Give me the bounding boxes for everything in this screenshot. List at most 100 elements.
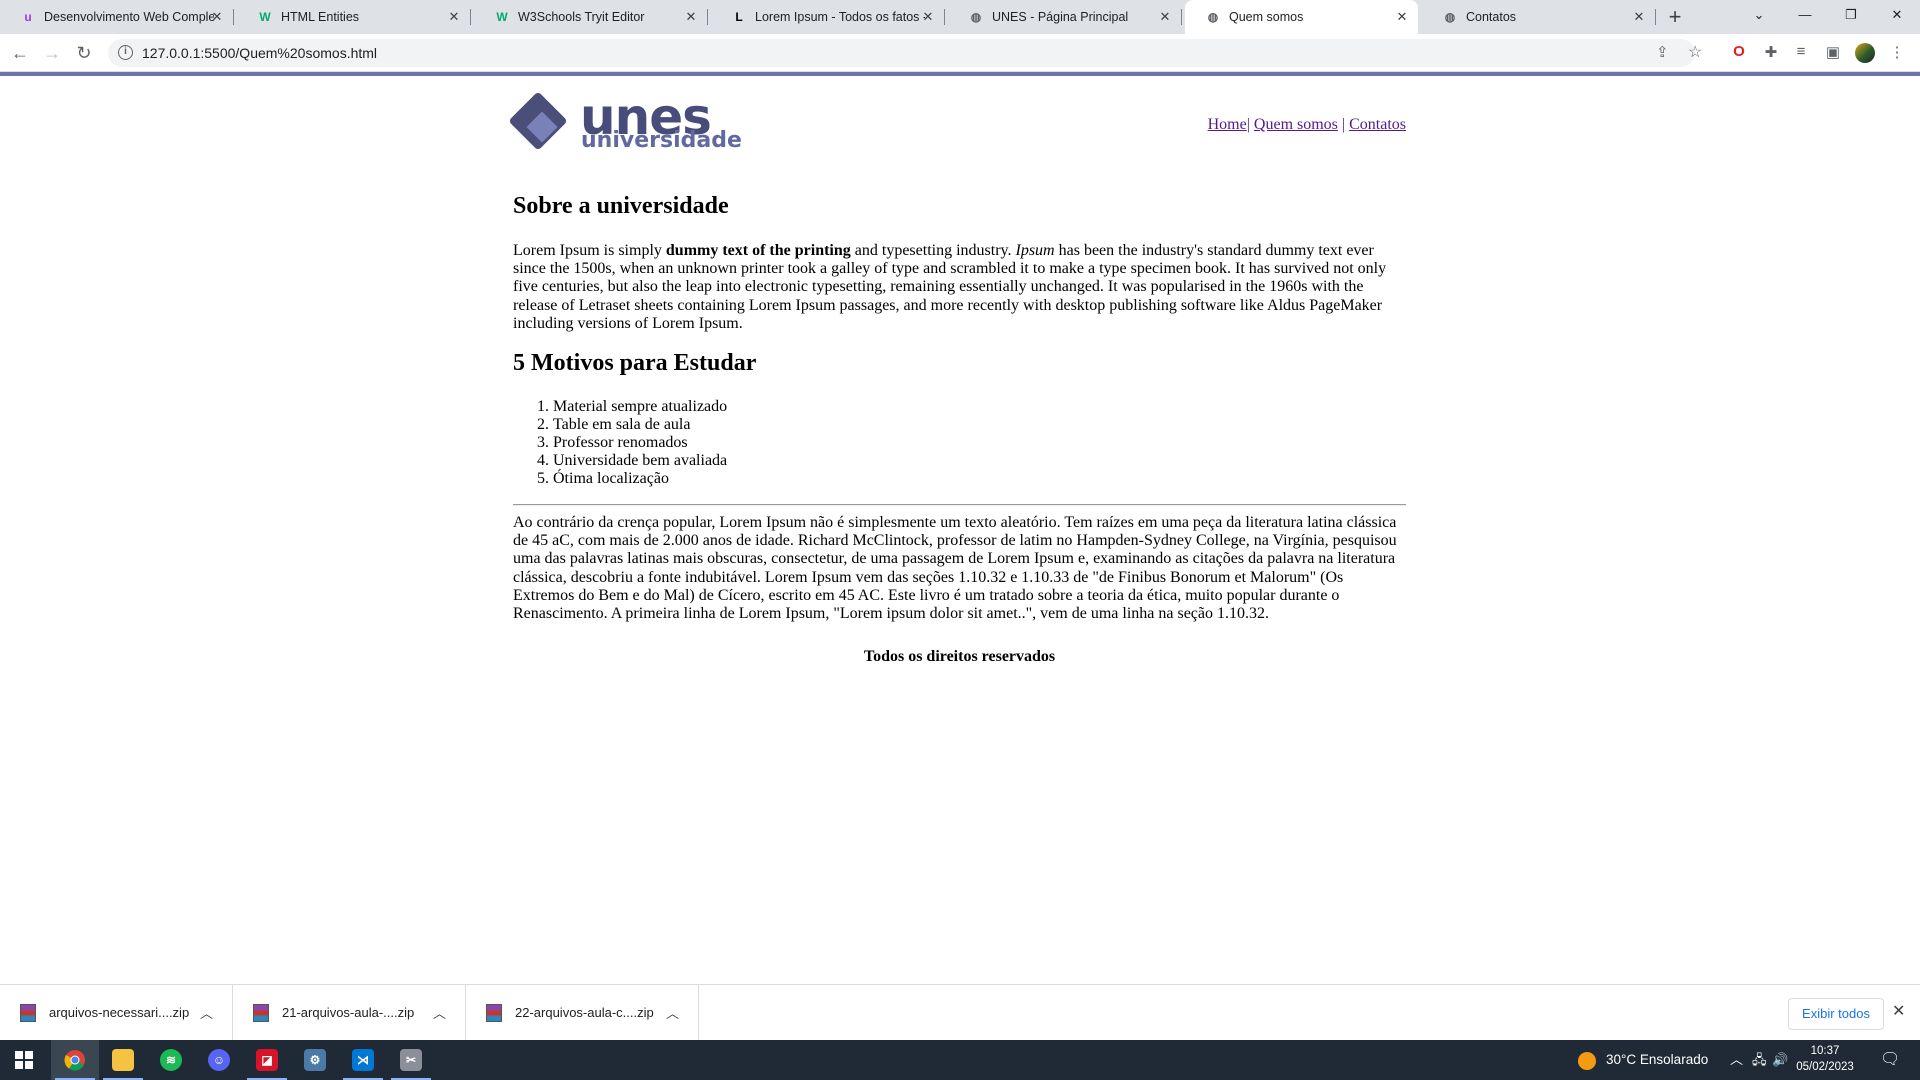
download-item[interactable]: 21-arquivos-aula-....zip ︿ bbox=[233, 985, 466, 1041]
menu-contatos-link[interactable]: Contatos bbox=[1349, 116, 1406, 133]
weather-icon[interactable] bbox=[1578, 1040, 1596, 1080]
unes-logo[interactable]: unes universidade bbox=[508, 88, 742, 156]
tab-separator bbox=[944, 9, 945, 25]
tab-title: UNES - Página Principal bbox=[992, 10, 1129, 24]
back-arrow-icon[interactable]: ← bbox=[8, 41, 32, 65]
tab-separator bbox=[1181, 9, 1182, 25]
winrar-archive-icon bbox=[486, 1004, 502, 1022]
download-filename[interactable]: arquivos-necessari....zip bbox=[49, 1005, 189, 1020]
notification-icon[interactable]: 🗨 bbox=[1880, 1040, 1900, 1080]
horizontal-rule bbox=[513, 504, 1406, 506]
globe-icon: ◍ bbox=[1444, 10, 1456, 24]
share-icon[interactable]: ⇪ bbox=[1656, 43, 1669, 61]
weather-text[interactable]: 30°C Ensolarado bbox=[1606, 1040, 1708, 1080]
close-window-button[interactable]: ✕ bbox=[1874, 0, 1920, 30]
windows-start-icon[interactable] bbox=[0, 1040, 48, 1080]
tab-separator bbox=[1655, 9, 1656, 25]
extensions-puzzle-icon[interactable]: ✚ bbox=[1760, 43, 1782, 63]
w3schools-icon: W bbox=[259, 10, 271, 24]
clock-date: 05/02/2023 bbox=[1796, 1061, 1854, 1073]
vscode-icon[interactable]: ⋊ bbox=[339, 1040, 387, 1080]
tab-unes-p-gina-principal[interactable]: ◍ UNES - Página Principal ✕ bbox=[948, 0, 1182, 34]
chevron-up-icon[interactable]: ︿ bbox=[666, 1003, 679, 1022]
about-text-start: Lorem Ipsum is simply bbox=[513, 242, 666, 259]
list-item: Ótima localização bbox=[553, 470, 727, 488]
reasons-list: Material sempre atualizado Table em sala… bbox=[553, 398, 727, 488]
menu-quem-somos-link[interactable]: Quem somos bbox=[1254, 116, 1338, 133]
chrome-icon[interactable] bbox=[51, 1040, 99, 1080]
windows-taskbar: ≋ ☺ ◪ ⚙ ⋊ ✂ 30°C Ensolarado ︿ 🖧 🔊 10:37 … bbox=[0, 1040, 1920, 1080]
download-bar: arquivos-necessari....zip ︿ 21-arquivos-… bbox=[0, 984, 1920, 1041]
url-text[interactable]: 127.0.0.1:5500/Quem%20somos.html bbox=[142, 45, 377, 61]
tab-lorem-ipsum-todos-os-fatos-l[interactable]: L Lorem Ipsum - Todos os fatos - L ✕ bbox=[711, 0, 945, 34]
tab-w3schools-tryit-editor[interactable]: W W3Schools Tryit Editor ✕ bbox=[474, 0, 708, 34]
about-text-mid: and typesetting industry. bbox=[850, 242, 1016, 259]
file-explorer-icon[interactable] bbox=[99, 1040, 147, 1080]
tab-separator bbox=[707, 9, 708, 25]
tab-strip: u Desenvolvimento Web Completo ✕ W HTML Enti… bbox=[0, 0, 1920, 34]
side-panel-icon[interactable]: ▣ bbox=[1822, 43, 1844, 63]
close-tab-icon[interactable]: ✕ bbox=[209, 9, 225, 25]
more-menu-icon[interactable]: ⋮ bbox=[1886, 43, 1908, 63]
chevron-up-icon[interactable]: ︿ bbox=[1730, 1040, 1743, 1080]
snipping-tool-icon[interactable]: ✂ bbox=[387, 1040, 435, 1080]
winrar-archive-icon bbox=[253, 1004, 269, 1022]
tab-contatos[interactable]: ◍ Contatos ✕ bbox=[1422, 0, 1656, 34]
chevron-up-icon[interactable]: ︿ bbox=[433, 1003, 446, 1022]
download-item[interactable]: 22-arquivos-aula-c....zip ︿ bbox=[466, 985, 699, 1041]
list-item: Table em sala de aula bbox=[553, 416, 727, 434]
download-item[interactable]: arquivos-necessari....zip ︿ bbox=[0, 985, 233, 1041]
forward-arrow-icon[interactable]: → bbox=[40, 41, 64, 65]
spotify-icon[interactable]: ≋ bbox=[147, 1040, 195, 1080]
show-all-downloads-button[interactable]: Exibir todos bbox=[1788, 998, 1884, 1030]
close-tab-icon[interactable]: ✕ bbox=[920, 9, 936, 25]
close-tab-icon[interactable]: ✕ bbox=[1157, 9, 1173, 25]
menu-home-link[interactable]: Home bbox=[1208, 116, 1247, 133]
tab-desenvolvimento-web-completo[interactable]: u Desenvolvimento Web Completo ✕ bbox=[0, 0, 234, 34]
menu-separator: | bbox=[1341, 116, 1346, 133]
system-clock[interactable]: 10:37 05/02/2023 bbox=[1790, 1043, 1860, 1075]
tab-title: Quem somos bbox=[1229, 10, 1304, 24]
close-tab-icon[interactable]: ✕ bbox=[683, 9, 699, 25]
media-control-icon[interactable]: ≡ bbox=[1790, 43, 1812, 63]
close-tab-icon[interactable]: ✕ bbox=[1394, 9, 1410, 25]
close-icon[interactable]: ✕ bbox=[1892, 1001, 1905, 1021]
reload-icon[interactable]: ↻ bbox=[72, 41, 96, 65]
network-icon[interactable]: 🖧 bbox=[1752, 1040, 1767, 1080]
bookmark-star-icon[interactable]: ☆ bbox=[1688, 42, 1702, 62]
tab-title: Lorem Ipsum - Todos os fatos - L bbox=[755, 10, 925, 24]
chevron-up-icon[interactable]: ︿ bbox=[200, 1003, 213, 1022]
download-filename[interactable]: 21-arquivos-aula-....zip bbox=[282, 1005, 414, 1020]
opera-extension-icon[interactable]: O bbox=[1728, 43, 1750, 63]
page-accent-bar bbox=[0, 72, 1920, 76]
close-tab-icon[interactable]: ✕ bbox=[446, 9, 462, 25]
amd-software-icon[interactable]: ◪ bbox=[243, 1040, 291, 1080]
list-item: Universidade bem avaliada bbox=[553, 452, 727, 470]
tab-title: W3Schools Tryit Editor bbox=[518, 10, 645, 24]
tab-search-icon[interactable]: ⌄ bbox=[1736, 0, 1782, 30]
steam-icon[interactable]: ⚙ bbox=[291, 1040, 339, 1080]
download-filename[interactable]: 22-arquivos-aula-c....zip bbox=[515, 1005, 654, 1020]
profile-avatar[interactable] bbox=[1854, 43, 1876, 63]
udemy-icon: u bbox=[24, 10, 32, 24]
info-icon[interactable]: i bbox=[118, 45, 133, 60]
page-footer: Todos os direitos reservados bbox=[863, 648, 1056, 665]
address-bar[interactable]: i 127.0.0.1:5500/Quem%20somos.html ⇪ ☆ bbox=[108, 39, 1702, 67]
globe-icon: ◍ bbox=[970, 10, 982, 24]
volume-icon[interactable]: 🔊 bbox=[1772, 1040, 1788, 1080]
restore-button[interactable]: ❐ bbox=[1828, 0, 1874, 30]
close-tab-icon[interactable]: ✕ bbox=[1631, 9, 1647, 25]
new-tab-button[interactable]: + bbox=[1662, 4, 1688, 30]
discord-icon[interactable]: ☺ bbox=[195, 1040, 243, 1080]
main-menu: Home| Quem somos | Contatos bbox=[1208, 116, 1406, 134]
history-paragraph: Ao contrário da crença popular, Lorem Ip… bbox=[513, 514, 1397, 623]
tab-html-entities[interactable]: W HTML Entities ✕ bbox=[237, 0, 471, 34]
clock-time: 10:37 bbox=[1810, 1045, 1840, 1057]
menu-separator: | bbox=[1246, 116, 1250, 133]
lorem-icon: L bbox=[735, 10, 743, 24]
about-paragraph: Lorem Ipsum is simply dummy text of the … bbox=[513, 242, 1406, 333]
tab-quem-somos[interactable]: ◍ Quem somos ✕ bbox=[1185, 0, 1418, 34]
tab-separator bbox=[233, 9, 234, 25]
logo-subtitle: universidade bbox=[581, 128, 742, 153]
minimize-button[interactable]: — bbox=[1782, 0, 1828, 30]
